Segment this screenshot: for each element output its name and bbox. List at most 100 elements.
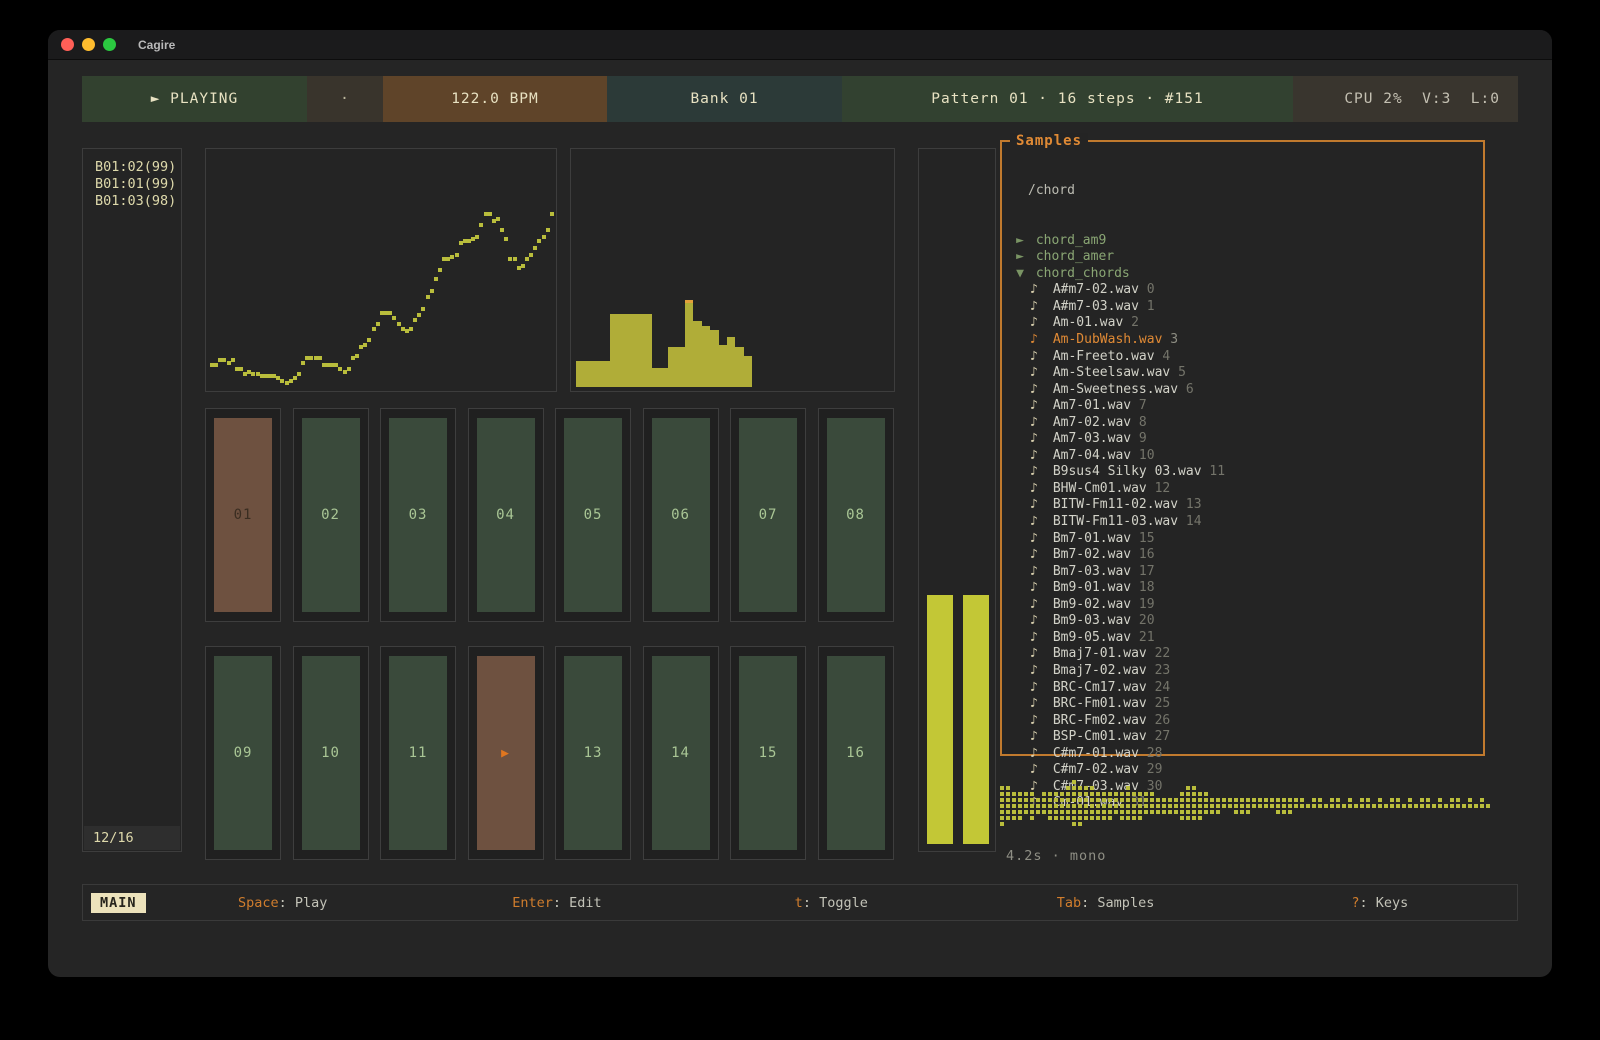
sample-file-row[interactable]: ♪ Am-Sweetness.wav 6 [1002, 382, 1483, 399]
sample-file-row[interactable]: ♪ BITW-Fm11-03.wav 14 [1002, 514, 1483, 531]
pad-label: 16 [827, 656, 885, 850]
key-hint-action: : Samples [1081, 895, 1154, 911]
histogram-bar [668, 347, 676, 387]
pad-grid: 0102030405060708 091011▶13141516 [205, 408, 895, 884]
scatter-point [438, 268, 442, 272]
waveform-dot [1426, 804, 1430, 808]
waveform-dot [1180, 798, 1184, 802]
sample-index: 21 [1139, 630, 1155, 645]
music-note-icon: ♪ [1030, 531, 1045, 548]
sample-file-row[interactable]: ♪ BRC-Cm17.wav 24 [1002, 680, 1483, 697]
sample-file-row[interactable]: ♪ Am7-02.wav 8 [1002, 415, 1483, 432]
waveform-dot [1048, 804, 1052, 808]
sample-folder-row[interactable]: ► chord_amer [1002, 249, 1483, 266]
waveform-dot [1288, 804, 1292, 808]
sample-file-row[interactable]: ♪ Bmaj7-01.wav 22 [1002, 646, 1483, 663]
pad-10[interactable]: 10 [293, 646, 369, 860]
sample-folder-row[interactable]: ▼ chord_chords [1002, 266, 1483, 283]
sample-file-row[interactable]: ♪ Bm9-05.wav 21 [1002, 630, 1483, 647]
sample-file-row[interactable]: ♪ Bm7-03.wav 17 [1002, 564, 1483, 581]
sample-file-row[interactable]: ♪ Bm7-02.wav 16 [1002, 547, 1483, 564]
pad-label: 03 [389, 418, 447, 612]
sample-file-row[interactable]: ♪ B9sus4 Silky 03.wav 11 [1002, 464, 1483, 481]
sample-file-row[interactable]: ♪ A#m7-02.wav 0 [1002, 282, 1483, 299]
waveform-dot [1048, 792, 1052, 796]
sample-file-row[interactable]: ♪ BRC-Fm02.wav 26 [1002, 713, 1483, 730]
pad-12[interactable]: ▶ [468, 646, 544, 860]
waveform-dot [1072, 780, 1076, 784]
sample-file-row[interactable]: ♪ Bm9-01.wav 18 [1002, 580, 1483, 597]
sample-file-name: Am7-01.wav [1045, 398, 1139, 413]
waveform-dot [1330, 798, 1334, 802]
sample-file-row[interactable]: ♪ Bm9-02.wav 19 [1002, 597, 1483, 614]
waveform-dot [1312, 804, 1316, 808]
sample-file-row[interactable]: ♪ BITW-Fm11-02.wav 13 [1002, 497, 1483, 514]
sample-file-row[interactable]: ♪ Bmaj7-02.wav 23 [1002, 663, 1483, 680]
music-note-icon: ♪ [1030, 514, 1045, 531]
sample-folder-row[interactable]: ► chord_am9 [1002, 233, 1483, 250]
pad-05[interactable]: 05 [555, 408, 631, 622]
sample-file-row[interactable]: ♪ BSP-Cm01.wav 27 [1002, 729, 1483, 746]
pad-label: 07 [739, 418, 797, 612]
waveform-dot [1018, 804, 1022, 808]
folder-collapsed-icon[interactable]: ► [1012, 233, 1028, 250]
waveform-dot [1468, 798, 1472, 802]
zoom-icon[interactable] [103, 38, 116, 51]
pad-01[interactable]: 01 [205, 408, 281, 622]
folder-collapsed-icon[interactable]: ► [1012, 249, 1028, 266]
pad-15[interactable]: 15 [730, 646, 806, 860]
sample-file-row[interactable]: ♪ BHW-Cm01.wav 12 [1002, 481, 1483, 498]
music-note-icon: ♪ [1030, 646, 1045, 663]
minimize-icon[interactable] [82, 38, 95, 51]
waveform-dot [1120, 816, 1124, 820]
sample-file-row[interactable]: ♪ C#m7-01.wav 28 [1002, 746, 1483, 763]
sample-file-row[interactable]: ♪ BRC-Fm01.wav 25 [1002, 696, 1483, 713]
pad-16[interactable]: 16 [818, 646, 894, 860]
waveform-dot [1102, 816, 1106, 820]
waveform-dot [1450, 798, 1454, 802]
waveform-dot [1210, 810, 1214, 814]
sample-file-row[interactable]: ♪ Am7-03.wav 9 [1002, 431, 1483, 448]
sample-file-row[interactable]: ♪ Bm9-03.wav 20 [1002, 613, 1483, 630]
waveform-dot [1450, 804, 1454, 808]
sample-file-row[interactable]: ♪ Am-Steelsaw.wav 5 [1002, 365, 1483, 382]
scatter-point [239, 367, 243, 371]
pad-02[interactable]: 02 [293, 408, 369, 622]
pad-04[interactable]: 04 [468, 408, 544, 622]
track-slot-readout: B01:02(99) [95, 159, 181, 176]
pad-11[interactable]: 11 [380, 646, 456, 860]
waveform-dot [1006, 816, 1010, 820]
sample-file-row[interactable]: ♪ Am-01.wav 2 [1002, 315, 1483, 332]
histogram-bar [735, 347, 743, 387]
sample-file-row-selected[interactable]: ♪ Am-DubWash.wav 3 [1002, 332, 1483, 349]
scatter-point [417, 313, 421, 317]
pad-07[interactable]: 07 [730, 408, 806, 622]
sample-file-row[interactable]: ♪ Am7-01.wav 7 [1002, 398, 1483, 415]
music-note-icon: ♪ [1030, 464, 1045, 481]
waveform-dot [1228, 798, 1232, 802]
sample-file-row[interactable]: ♪ Am7-04.wav 10 [1002, 448, 1483, 465]
waveform-dot [1066, 804, 1070, 808]
key-hint-key: Space [238, 895, 279, 911]
waveform-dot [1282, 804, 1286, 808]
pad-13[interactable]: 13 [555, 646, 631, 860]
samples-current-path: /chord [1002, 183, 1483, 200]
pad-14[interactable]: 14 [643, 646, 719, 860]
sample-index: 20 [1139, 613, 1155, 628]
music-note-icon: ♪ [1030, 382, 1045, 399]
pad-09[interactable]: 09 [205, 646, 281, 860]
waveform-dot [1288, 798, 1292, 802]
scatter-point [430, 289, 434, 293]
waveform-dot [1264, 804, 1268, 808]
waveform-dot [1240, 810, 1244, 814]
sample-file-row[interactable]: ♪ Bm7-01.wav 15 [1002, 531, 1483, 548]
pad-03[interactable]: 03 [380, 408, 456, 622]
pad-06[interactable]: 06 [643, 408, 719, 622]
sample-file-row[interactable]: ♪ Am-Freeto.wav 4 [1002, 349, 1483, 366]
close-icon[interactable] [61, 38, 74, 51]
pad-08[interactable]: 08 [818, 408, 894, 622]
sample-file-row[interactable]: ♪ A#m7-03.wav 1 [1002, 299, 1483, 316]
waveform-dot [1186, 792, 1190, 796]
folder-expanded-icon[interactable]: ▼ [1012, 266, 1028, 283]
waveform-dot [1162, 810, 1166, 814]
